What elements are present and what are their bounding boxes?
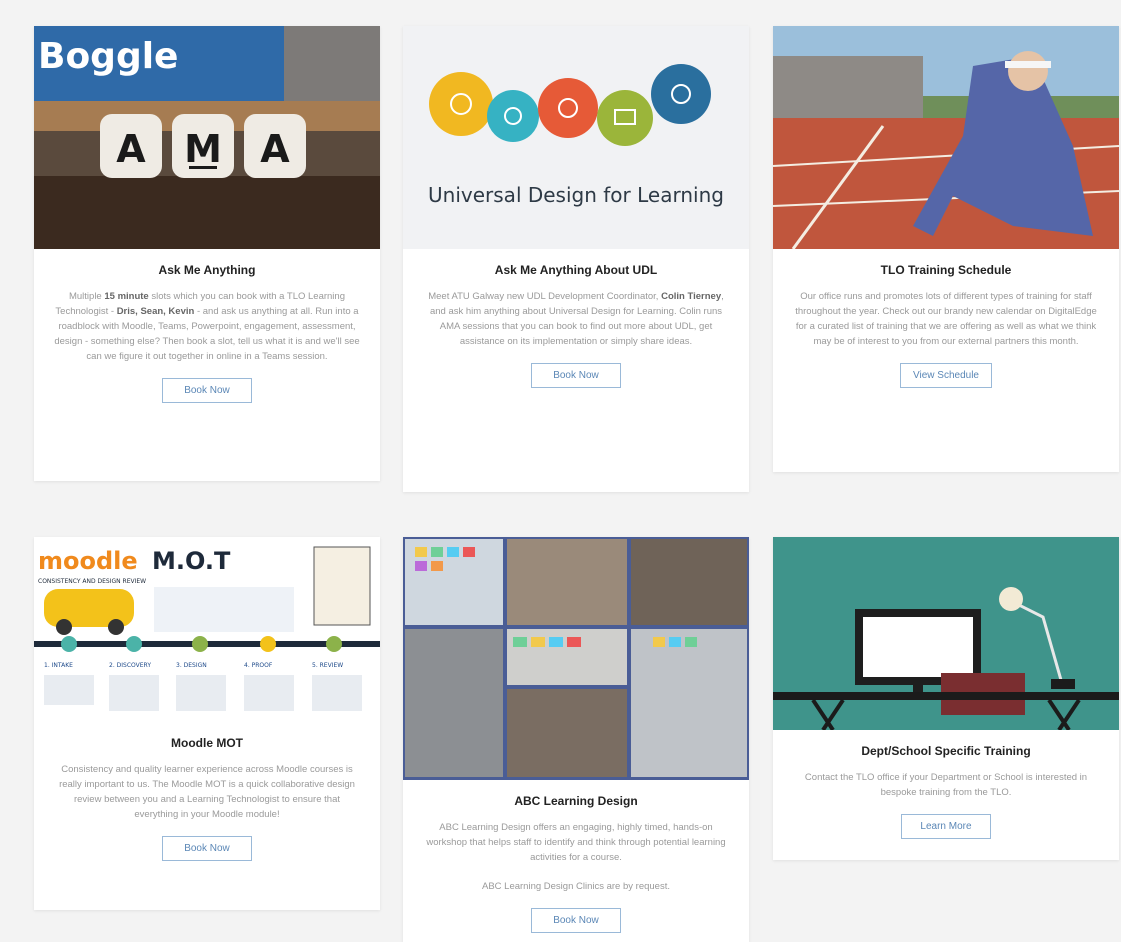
card-abc-learning-design: ABC Learning Design ABC Learning Design … <box>403 537 749 942</box>
card-title: Dept/School Specific Training <box>861 744 1031 758</box>
card-description: Contact the TLO office if your Departmen… <box>804 772 1088 798</box>
card-description: Consistency and quality learner experien… <box>59 764 355 820</box>
mot-step-4: 4. PROOF <box>244 662 273 669</box>
card-description: Meet ATU Galway new UDL Development Coor… <box>428 291 724 347</box>
boggle-badge: Boggle <box>38 36 178 77</box>
card-title: Ask Me Anything About UDL <box>494 263 658 277</box>
moodle-logo-word: moodle <box>38 547 138 575</box>
card-title: TLO Training Schedule <box>880 263 1012 277</box>
udl-caption: Universal Design for Learning <box>428 183 724 207</box>
learn-more-button[interactable]: Learn More <box>901 814 991 839</box>
desk-illustration-image <box>773 537 1119 730</box>
book-now-button[interactable]: Book Now <box>162 378 252 403</box>
tile-3: A <box>260 127 290 171</box>
card-description: ABC Learning Design offers an engaging, … <box>426 822 726 863</box>
ama-image: Boggle A M A <box>34 26 380 249</box>
card-tlo-training-schedule: TLO Training Schedule Our office runs an… <box>773 26 1119 472</box>
tile-1: A <box>116 127 146 171</box>
mot-step-2: 2. DISCOVERY <box>109 662 151 669</box>
runner-image <box>773 26 1119 249</box>
card-title: Moodle MOT <box>171 736 243 750</box>
mot-step-1: 1. INTAKE <box>44 662 73 669</box>
card-description-note: ABC Learning Design Clinics are by reque… <box>482 881 670 892</box>
view-schedule-button[interactable]: View Schedule <box>900 363 992 388</box>
moodle-mot-image: moodle M.O.T CONSISTENCY AND DESIGN REVI… <box>34 537 380 722</box>
mot-logo: M.O.T <box>152 547 231 575</box>
mot-step-5: 5. REVIEW <box>312 662 343 669</box>
abc-workshop-image <box>403 537 749 780</box>
card-ask-me-anything: Boggle A M A Ask Me Anything Multiple 15… <box>34 26 380 481</box>
mot-step-3: 3. DESIGN <box>176 662 207 669</box>
card-ama-udl: Universal Design for Learning Ask Me Any… <box>403 26 749 492</box>
training-card-grid: Boggle A M A Ask Me Anything Multiple 15… <box>0 0 1121 942</box>
book-now-button[interactable]: Book Now <box>162 836 252 861</box>
book-now-button[interactable]: Book Now <box>531 908 621 933</box>
udl-image: Universal Design for Learning <box>403 26 749 249</box>
card-description: Our office runs and promotes lots of dif… <box>795 291 1097 347</box>
card-moodle-mot: moodle M.O.T CONSISTENCY AND DESIGN REVI… <box>34 537 380 910</box>
card-dept-school-training: Dept/School Specific Training Contact th… <box>773 537 1119 860</box>
tile-2: M <box>184 127 222 171</box>
card-description: Multiple 15 minute slots which you can b… <box>54 291 360 362</box>
card-title: ABC Learning Design <box>514 794 638 808</box>
book-now-button[interactable]: Book Now <box>531 363 621 388</box>
card-title: Ask Me Anything <box>158 263 256 277</box>
moodle-mot-tagline: CONSISTENCY AND DESIGN REVIEW <box>38 578 146 585</box>
